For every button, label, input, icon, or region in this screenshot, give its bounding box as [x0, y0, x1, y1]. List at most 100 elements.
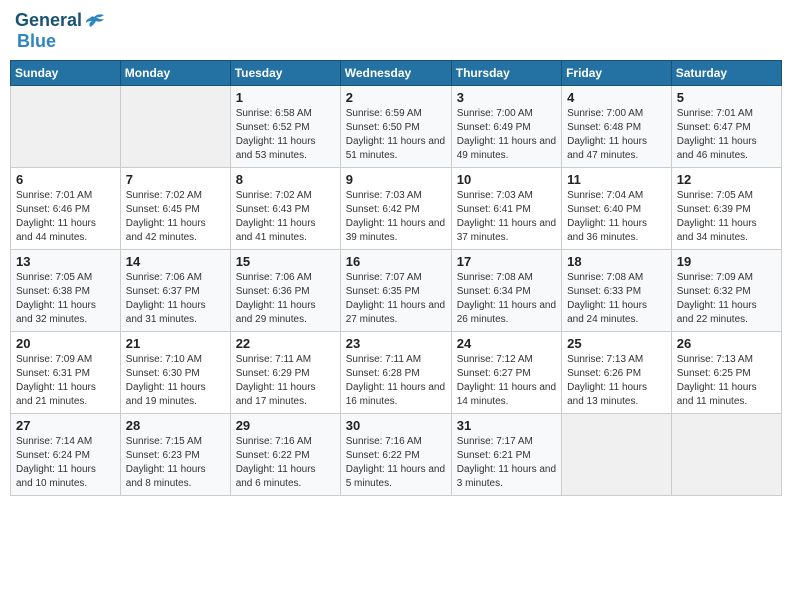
- logo-bird-icon: [84, 13, 106, 29]
- day-info-text: Sunrise: 7:03 AM: [457, 189, 556, 203]
- day-info-text: Sunrise: 7:13 AM: [677, 353, 776, 367]
- day-info-text: Sunrise: 7:08 AM: [567, 271, 666, 285]
- day-cell: 28Sunrise: 7:15 AMSunset: 6:23 PMDayligh…: [120, 414, 230, 496]
- day-number: 23: [346, 336, 446, 351]
- day-info-text: Sunset: 6:29 PM: [236, 367, 335, 381]
- day-cell: 29Sunrise: 7:16 AMSunset: 6:22 PMDayligh…: [230, 414, 340, 496]
- day-info-text: Sunrise: 7:09 AM: [16, 353, 115, 367]
- day-cell: [671, 414, 781, 496]
- day-info-text: Sunrise: 7:10 AM: [126, 353, 225, 367]
- day-info-text: Sunset: 6:45 PM: [126, 203, 225, 217]
- day-info-text: Sunset: 6:52 PM: [236, 121, 335, 135]
- day-info-text: Sunset: 6:46 PM: [16, 203, 115, 217]
- day-info-text: Sunrise: 7:13 AM: [567, 353, 666, 367]
- day-cell: 31Sunrise: 7:17 AMSunset: 6:21 PMDayligh…: [451, 414, 561, 496]
- day-number: 7: [126, 172, 225, 187]
- day-info-text: Sunrise: 7:06 AM: [236, 271, 335, 285]
- day-info-text: Sunset: 6:34 PM: [457, 285, 556, 299]
- day-info-text: Sunset: 6:33 PM: [567, 285, 666, 299]
- week-row-4: 20Sunrise: 7:09 AMSunset: 6:31 PMDayligh…: [11, 332, 782, 414]
- day-cell: 21Sunrise: 7:10 AMSunset: 6:30 PMDayligh…: [120, 332, 230, 414]
- weekday-header-row: SundayMondayTuesdayWednesdayThursdayFrid…: [11, 61, 782, 86]
- day-info-text: Daylight: 11 hours and 26 minutes.: [457, 299, 556, 327]
- logo-general: General: [15, 10, 82, 31]
- day-cell: 5Sunrise: 7:01 AMSunset: 6:47 PMDaylight…: [671, 86, 781, 168]
- week-row-1: 1Sunrise: 6:58 AMSunset: 6:52 PMDaylight…: [11, 86, 782, 168]
- day-number: 10: [457, 172, 556, 187]
- day-info-text: Sunset: 6:31 PM: [16, 367, 115, 381]
- day-number: 30: [346, 418, 446, 433]
- day-info-text: Daylight: 11 hours and 44 minutes.: [16, 217, 115, 245]
- day-info-text: Sunrise: 7:00 AM: [567, 107, 666, 121]
- day-number: 9: [346, 172, 446, 187]
- day-cell: 23Sunrise: 7:11 AMSunset: 6:28 PMDayligh…: [340, 332, 451, 414]
- day-cell: 1Sunrise: 6:58 AMSunset: 6:52 PMDaylight…: [230, 86, 340, 168]
- day-info-text: Sunrise: 7:07 AM: [346, 271, 446, 285]
- day-info-text: Daylight: 11 hours and 39 minutes.: [346, 217, 446, 245]
- day-info-text: Sunset: 6:40 PM: [567, 203, 666, 217]
- day-info-text: Sunset: 6:38 PM: [16, 285, 115, 299]
- day-number: 18: [567, 254, 666, 269]
- day-info-text: Sunset: 6:39 PM: [677, 203, 776, 217]
- day-number: 3: [457, 90, 556, 105]
- day-info-text: Daylight: 11 hours and 27 minutes.: [346, 299, 446, 327]
- day-info-text: Sunset: 6:41 PM: [457, 203, 556, 217]
- day-info-text: Sunrise: 7:01 AM: [16, 189, 115, 203]
- week-row-5: 27Sunrise: 7:14 AMSunset: 6:24 PMDayligh…: [11, 414, 782, 496]
- day-info-text: Daylight: 11 hours and 37 minutes.: [457, 217, 556, 245]
- day-info-text: Sunset: 6:42 PM: [346, 203, 446, 217]
- day-info-text: Sunrise: 6:59 AM: [346, 107, 446, 121]
- day-number: 21: [126, 336, 225, 351]
- weekday-header-saturday: Saturday: [671, 61, 781, 86]
- day-cell: 6 Sunrise: 7:01 AMSunset: 6:46 PMDaylight…: [11, 168, 121, 250]
- day-number: 19: [677, 254, 776, 269]
- day-info-text: Daylight: 11 hours and 14 minutes.: [457, 381, 556, 409]
- day-info-text: Sunrise: 7:01 AM: [677, 107, 776, 121]
- day-info-text: Sunset: 6:35 PM: [346, 285, 446, 299]
- day-number: 15: [236, 254, 335, 269]
- day-info-text: Daylight: 11 hours and 46 minutes.: [677, 135, 776, 163]
- day-info-text: Daylight: 11 hours and 29 minutes.: [236, 299, 335, 327]
- day-info-text: Daylight: 11 hours and 49 minutes.: [457, 135, 556, 163]
- day-info-text: Daylight: 11 hours and 19 minutes.: [126, 381, 225, 409]
- day-info-text: Sunset: 6:32 PM: [677, 285, 776, 299]
- day-info-text: Daylight: 11 hours and 5 minutes.: [346, 463, 446, 491]
- day-cell: 7Sunrise: 7:02 AMSunset: 6:45 PMDaylight…: [120, 168, 230, 250]
- day-cell: 13Sunrise: 7:05 AMSunset: 6:38 PMDayligh…: [11, 250, 121, 332]
- day-cell: 24Sunrise: 7:12 AMSunset: 6:27 PMDayligh…: [451, 332, 561, 414]
- day-cell: 18Sunrise: 7:08 AMSunset: 6:33 PMDayligh…: [562, 250, 672, 332]
- day-number: 29: [236, 418, 335, 433]
- day-info-text: Daylight: 11 hours and 31 minutes.: [126, 299, 225, 327]
- day-info-text: Sunset: 6:48 PM: [567, 121, 666, 135]
- day-cell: 17Sunrise: 7:08 AMSunset: 6:34 PMDayligh…: [451, 250, 561, 332]
- day-info-text: Sunrise: 7:06 AM: [126, 271, 225, 285]
- day-cell: 8Sunrise: 7:02 AMSunset: 6:43 PMDaylight…: [230, 168, 340, 250]
- day-info-text: Sunrise: 7:00 AM: [457, 107, 556, 121]
- day-number: 31: [457, 418, 556, 433]
- day-info-text: Sunrise: 7:02 AM: [236, 189, 335, 203]
- day-cell: [11, 86, 121, 168]
- weekday-header-friday: Friday: [562, 61, 672, 86]
- day-cell: 3Sunrise: 7:00 AMSunset: 6:49 PMDaylight…: [451, 86, 561, 168]
- day-number: 13: [16, 254, 115, 269]
- week-row-3: 13Sunrise: 7:05 AMSunset: 6:38 PMDayligh…: [11, 250, 782, 332]
- day-info-text: Daylight: 11 hours and 41 minutes.: [236, 217, 335, 245]
- day-info-text: Sunrise: 7:16 AM: [236, 435, 335, 449]
- logo-blue: Blue: [17, 31, 106, 52]
- day-number: 1: [236, 90, 335, 105]
- day-info-text: Sunrise: 7:15 AM: [126, 435, 225, 449]
- day-number: 11: [567, 172, 666, 187]
- day-info-text: Sunrise: 7:11 AM: [346, 353, 446, 367]
- day-info-text: Daylight: 11 hours and 47 minutes.: [567, 135, 666, 163]
- day-cell: 14Sunrise: 7:06 AMSunset: 6:37 PMDayligh…: [120, 250, 230, 332]
- day-info-text: Sunrise: 7:03 AM: [346, 189, 446, 203]
- day-cell: [120, 86, 230, 168]
- day-info-text: Sunset: 6:43 PM: [236, 203, 335, 217]
- day-info-text: Daylight: 11 hours and 42 minutes.: [126, 217, 225, 245]
- day-number: 6: [16, 172, 115, 187]
- day-number: 17: [457, 254, 556, 269]
- day-cell: 9 Sunrise: 7:03 AMSunset: 6:42 PMDaylight…: [340, 168, 451, 250]
- day-info-text: Sunset: 6:21 PM: [457, 449, 556, 463]
- day-info-text: Sunset: 6:24 PM: [16, 449, 115, 463]
- day-info-text: Daylight: 11 hours and 53 minutes.: [236, 135, 335, 163]
